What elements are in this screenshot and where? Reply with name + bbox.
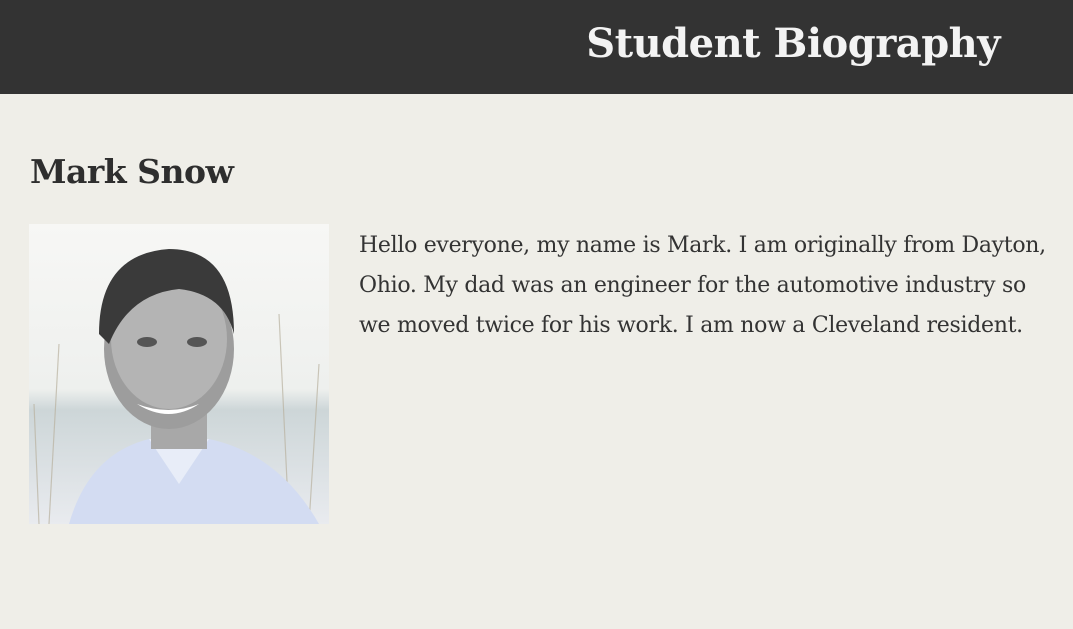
student-photo <box>29 224 329 524</box>
student-bio: Hello everyone, my name is Mark. I am or… <box>359 233 1046 338</box>
page-header: Student Biography <box>0 0 1073 94</box>
student-name: Mark Snow <box>30 152 234 191</box>
page-title: Student Biography <box>586 20 1000 67</box>
